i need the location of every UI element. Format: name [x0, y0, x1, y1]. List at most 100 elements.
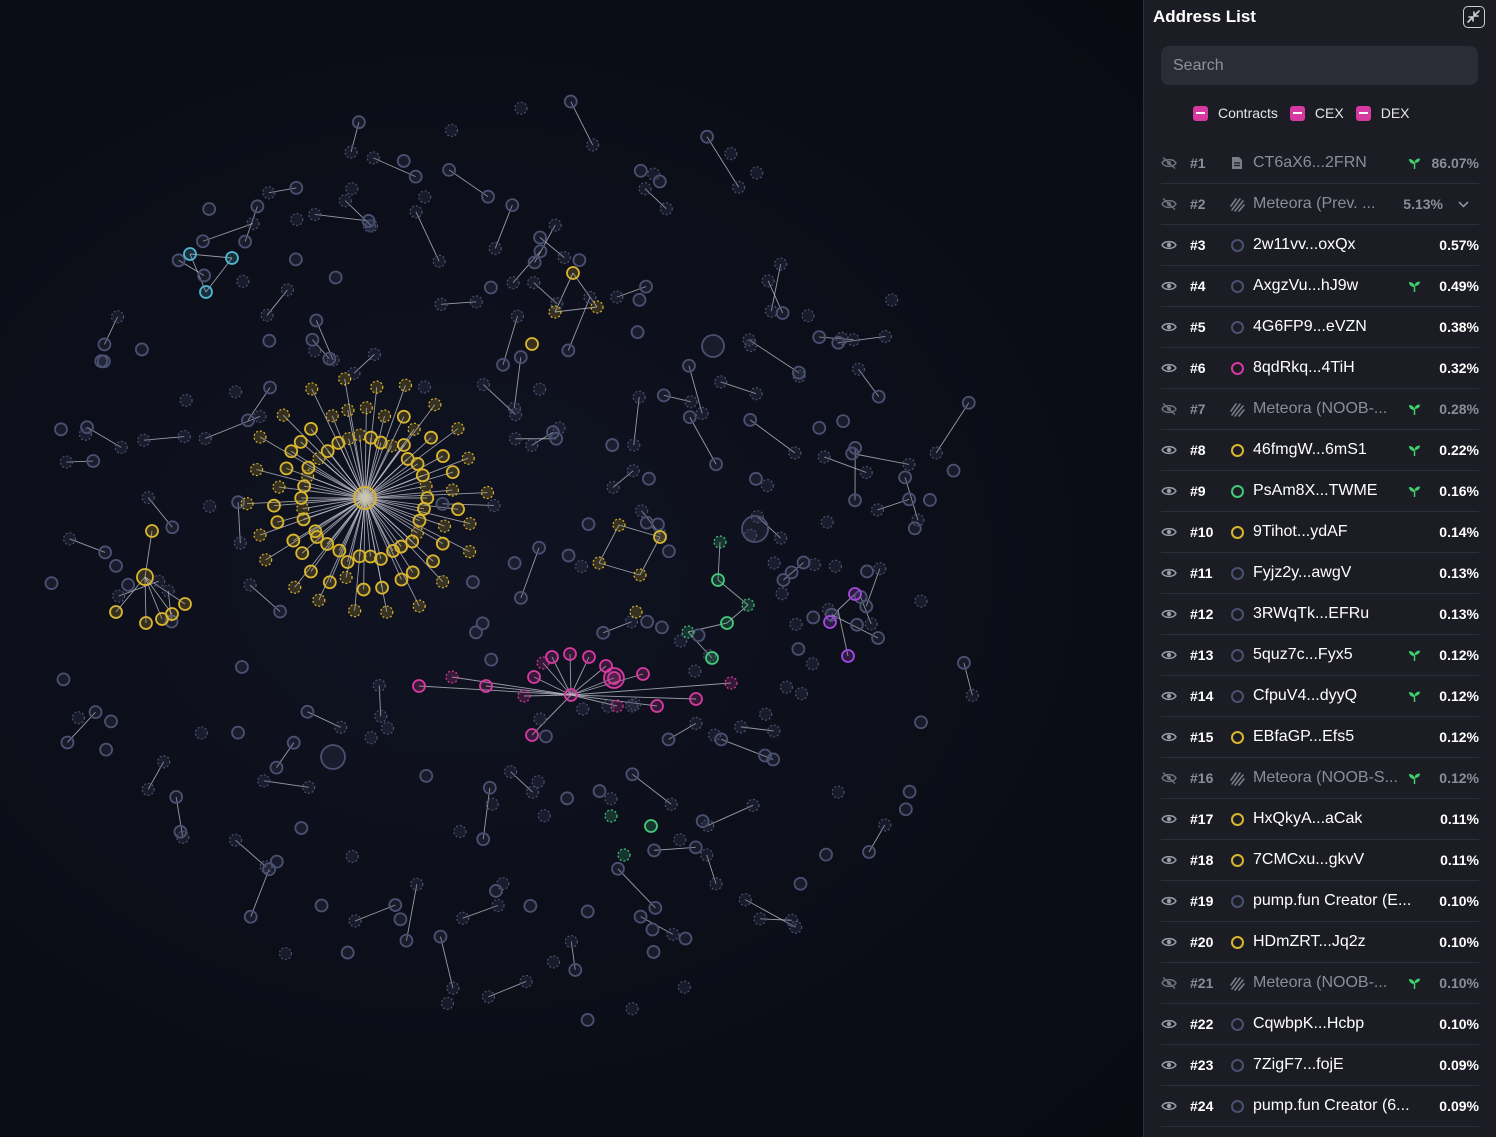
holder-node[interactable]: [279, 461, 294, 476]
holder-node[interactable]: [451, 502, 465, 517]
wallet-node[interactable]: [504, 765, 518, 779]
holder-node[interactable]: [276, 408, 290, 422]
wallet-node[interactable]: [647, 167, 661, 181]
wallet-node[interactable]: [641, 471, 656, 486]
wallet-node[interactable]: [630, 325, 645, 340]
wallet-node[interactable]: [709, 457, 723, 472]
wallet-node[interactable]: [99, 742, 114, 757]
wallet-node[interactable]: [753, 912, 767, 926]
address-row[interactable]: #8 46fmgW...6mS1 0.22%: [1161, 430, 1479, 471]
holder-node[interactable]: [380, 605, 394, 619]
holder-node[interactable]: [653, 530, 667, 544]
wallet-node[interactable]: [774, 531, 788, 545]
collapse-button[interactable]: [1463, 6, 1485, 28]
eye-off-icon[interactable]: [1161, 758, 1179, 798]
wallet-node[interactable]: [845, 446, 860, 461]
wallet-node[interactable]: [433, 929, 448, 944]
wallet-node[interactable]: [519, 974, 533, 989]
wallet-node[interactable]: [596, 625, 611, 640]
wallet-node[interactable]: [885, 293, 899, 307]
wallet-node[interactable]: [873, 561, 887, 576]
dex-node[interactable]: [517, 689, 531, 703]
wallet-node[interactable]: [367, 347, 382, 361]
wallet-node[interactable]: [695, 406, 709, 420]
wallet-node[interactable]: [564, 935, 578, 949]
wallet-node[interactable]: [98, 545, 113, 560]
wallet-node[interactable]: [262, 333, 277, 348]
wallet-node[interactable]: [572, 253, 587, 268]
bubble-map-graph[interactable]: [0, 0, 1143, 1137]
wallet-node[interactable]: [801, 309, 815, 323]
wallet-node[interactable]: [417, 380, 432, 394]
wallet-node[interactable]: [673, 833, 687, 847]
wallet-node[interactable]: [523, 899, 538, 913]
wallet-node[interactable]: [828, 559, 843, 573]
wallet-node[interactable]: [250, 199, 265, 214]
dex-node[interactable]: [527, 670, 541, 684]
wallet-node[interactable]: [491, 898, 505, 913]
eye-off-icon[interactable]: [1161, 184, 1179, 224]
address-row[interactable]: #18 7CMCxu...gkvV 0.11%: [1161, 840, 1479, 881]
wallet-node[interactable]: [527, 275, 541, 290]
wallet-node[interactable]: [348, 914, 362, 928]
holder-node[interactable]: [463, 516, 477, 531]
holder-node[interactable]: [437, 519, 452, 533]
wallet-node[interactable]: [604, 809, 618, 823]
wallet-node[interactable]: [647, 843, 662, 858]
holder-node[interactable]: [435, 536, 450, 551]
holder-node[interactable]: [249, 462, 264, 477]
wallet-node[interactable]: [440, 996, 455, 1011]
wallet-node[interactable]: [831, 785, 845, 799]
filter-checkbox[interactable]: [1289, 105, 1305, 121]
wallet-node[interactable]: [720, 616, 734, 630]
wallet-node[interactable]: [656, 388, 671, 403]
wallet-node[interactable]: [791, 642, 806, 656]
holder-node[interactable]: [295, 546, 310, 561]
wallet-node[interactable]: [334, 720, 348, 734]
wallet-node[interactable]: [165, 520, 180, 535]
wallet-node[interactable]: [506, 276, 520, 290]
wallet-node[interactable]: [678, 931, 693, 946]
holder-node[interactable]: [304, 564, 318, 579]
wallet-node[interactable]: [60, 735, 75, 750]
holder-node[interactable]: [341, 403, 355, 417]
wallet-node[interactable]: [294, 821, 309, 835]
wallet-node[interactable]: [666, 927, 680, 941]
wallet-node[interactable]: [280, 283, 294, 297]
holder-node[interactable]: [253, 430, 267, 444]
filter-contracts[interactable]: Contracts: [1193, 105, 1278, 121]
wallet-node[interactable]: [848, 493, 862, 508]
eye-icon[interactable]: [1161, 307, 1179, 347]
wallet-node[interactable]: [243, 578, 257, 592]
wallet-node[interactable]: [434, 297, 448, 311]
holder-node[interactable]: [293, 434, 308, 449]
holder-node[interactable]: [145, 524, 159, 538]
wallet-node[interactable]: [134, 342, 149, 357]
wallet-node[interactable]: [902, 457, 916, 472]
wallet-node[interactable]: [632, 390, 646, 404]
wallet-node[interactable]: [533, 382, 547, 396]
wallet-node[interactable]: [709, 877, 723, 891]
wallet-node[interactable]: [372, 678, 386, 693]
wallet-node[interactable]: [114, 440, 128, 454]
cex-node[interactable]: [183, 247, 197, 261]
wallet-node[interactable]: [380, 721, 395, 735]
exchange-node[interactable]: [136, 568, 154, 586]
wallet-node[interactable]: [836, 414, 851, 429]
eye-icon[interactable]: [1161, 225, 1179, 265]
wallet-node[interactable]: [625, 767, 640, 782]
wallet-node[interactable]: [419, 768, 434, 783]
wallet-node[interactable]: [78, 427, 93, 441]
wallet-node[interactable]: [253, 409, 267, 424]
wallet-node[interactable]: [262, 186, 276, 200]
wallet-node[interactable]: [507, 556, 522, 570]
wallet-node-large[interactable]: [741, 515, 769, 543]
wallet-node[interactable]: [749, 387, 763, 401]
wallet-node[interactable]: [314, 898, 329, 913]
wallet-node[interactable]: [560, 791, 575, 806]
address-row[interactable]: #2 Meteora (Prev. ... 5.13%: [1161, 184, 1479, 225]
wallet-node[interactable]: [198, 431, 212, 446]
holder-node[interactable]: [410, 457, 425, 471]
wallet-node[interactable]: [766, 752, 781, 767]
wallet-node[interactable]: [812, 420, 827, 435]
